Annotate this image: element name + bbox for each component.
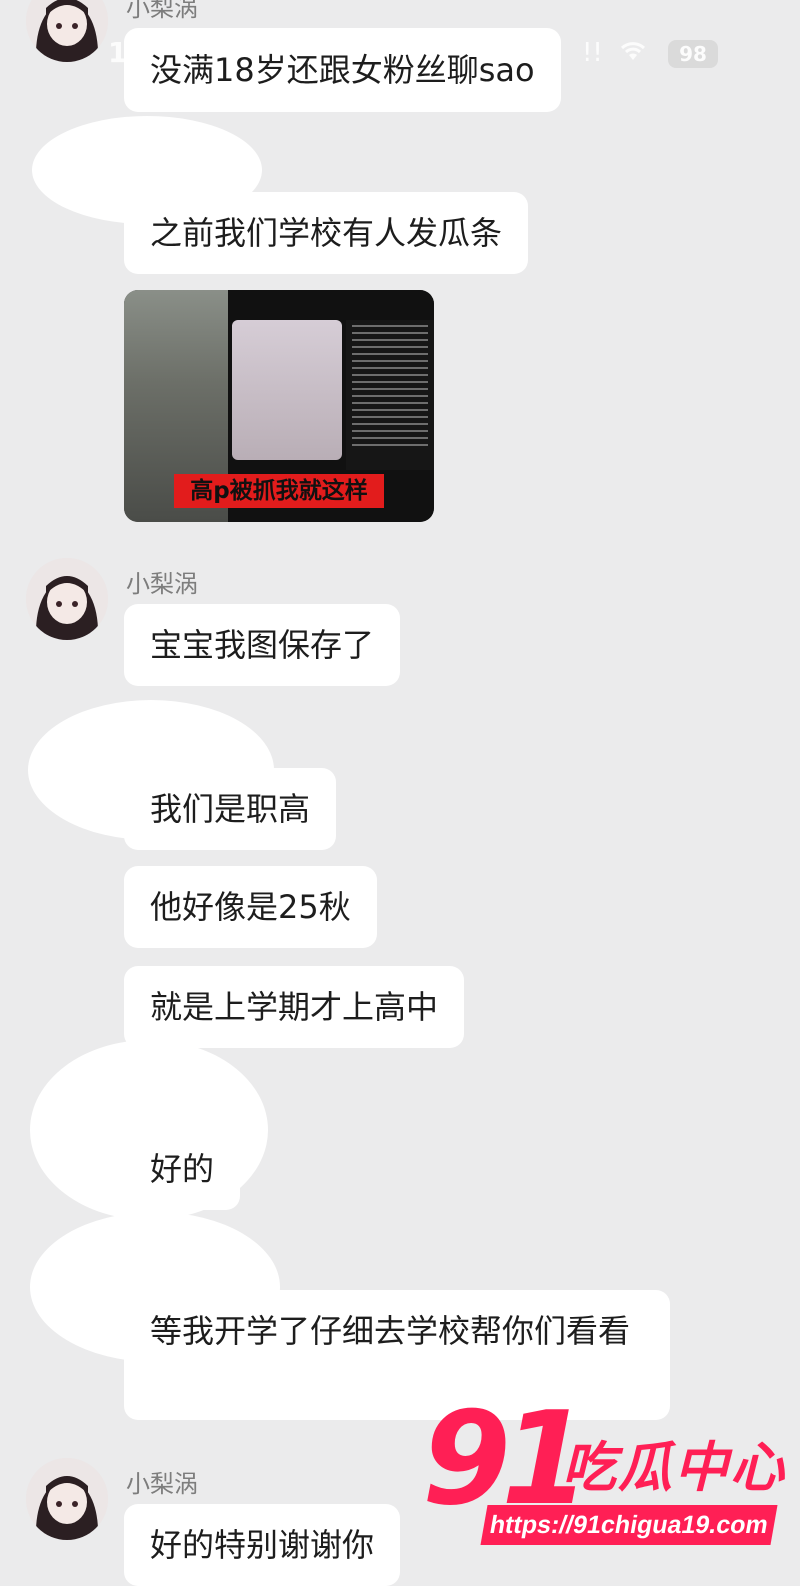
watermark-brand: 吃瓜中心 [562, 1436, 786, 1499]
message-bubble[interactable]: 之前我们学校有人发瓜条 [124, 192, 529, 274]
message-bubble[interactable]: 没满18岁还跟女粉丝聊sao [124, 28, 561, 112]
image-caption: 高p被抓我就这样 [174, 474, 384, 508]
message-bubble[interactable]: 他好像是25秋 [124, 866, 377, 948]
message-bubble[interactable]: 好的 [124, 1128, 241, 1210]
message-bubble[interactable]: 我们是职高 [124, 768, 337, 850]
image-message[interactable]: 高p被抓我就这样 [124, 290, 434, 522]
battery-icon: 98 [668, 40, 718, 68]
watermark-url: https://91chigua19.com [480, 1505, 778, 1545]
message-bubble[interactable]: 宝宝我图保存了 [124, 604, 401, 686]
message-bubble[interactable]: 好的特别谢谢你 [124, 1504, 401, 1586]
message-bubble[interactable]: 就是上学期才上高中 [124, 966, 465, 1048]
avatar[interactable] [26, 1458, 108, 1540]
avatar[interactable] [26, 558, 108, 640]
sender-name: 小梨涡 [126, 0, 198, 22]
sender-name: 小梨涡 [126, 1470, 198, 1498]
sender-name: 小梨涡 [126, 570, 198, 598]
text-document [346, 320, 434, 470]
signal-icon: !! [582, 38, 603, 68]
message-bubble[interactable]: 等我开学了仔细去学校帮你们看看 [124, 1290, 670, 1420]
portrait-photo [232, 320, 342, 460]
wifi-icon [618, 38, 648, 68]
